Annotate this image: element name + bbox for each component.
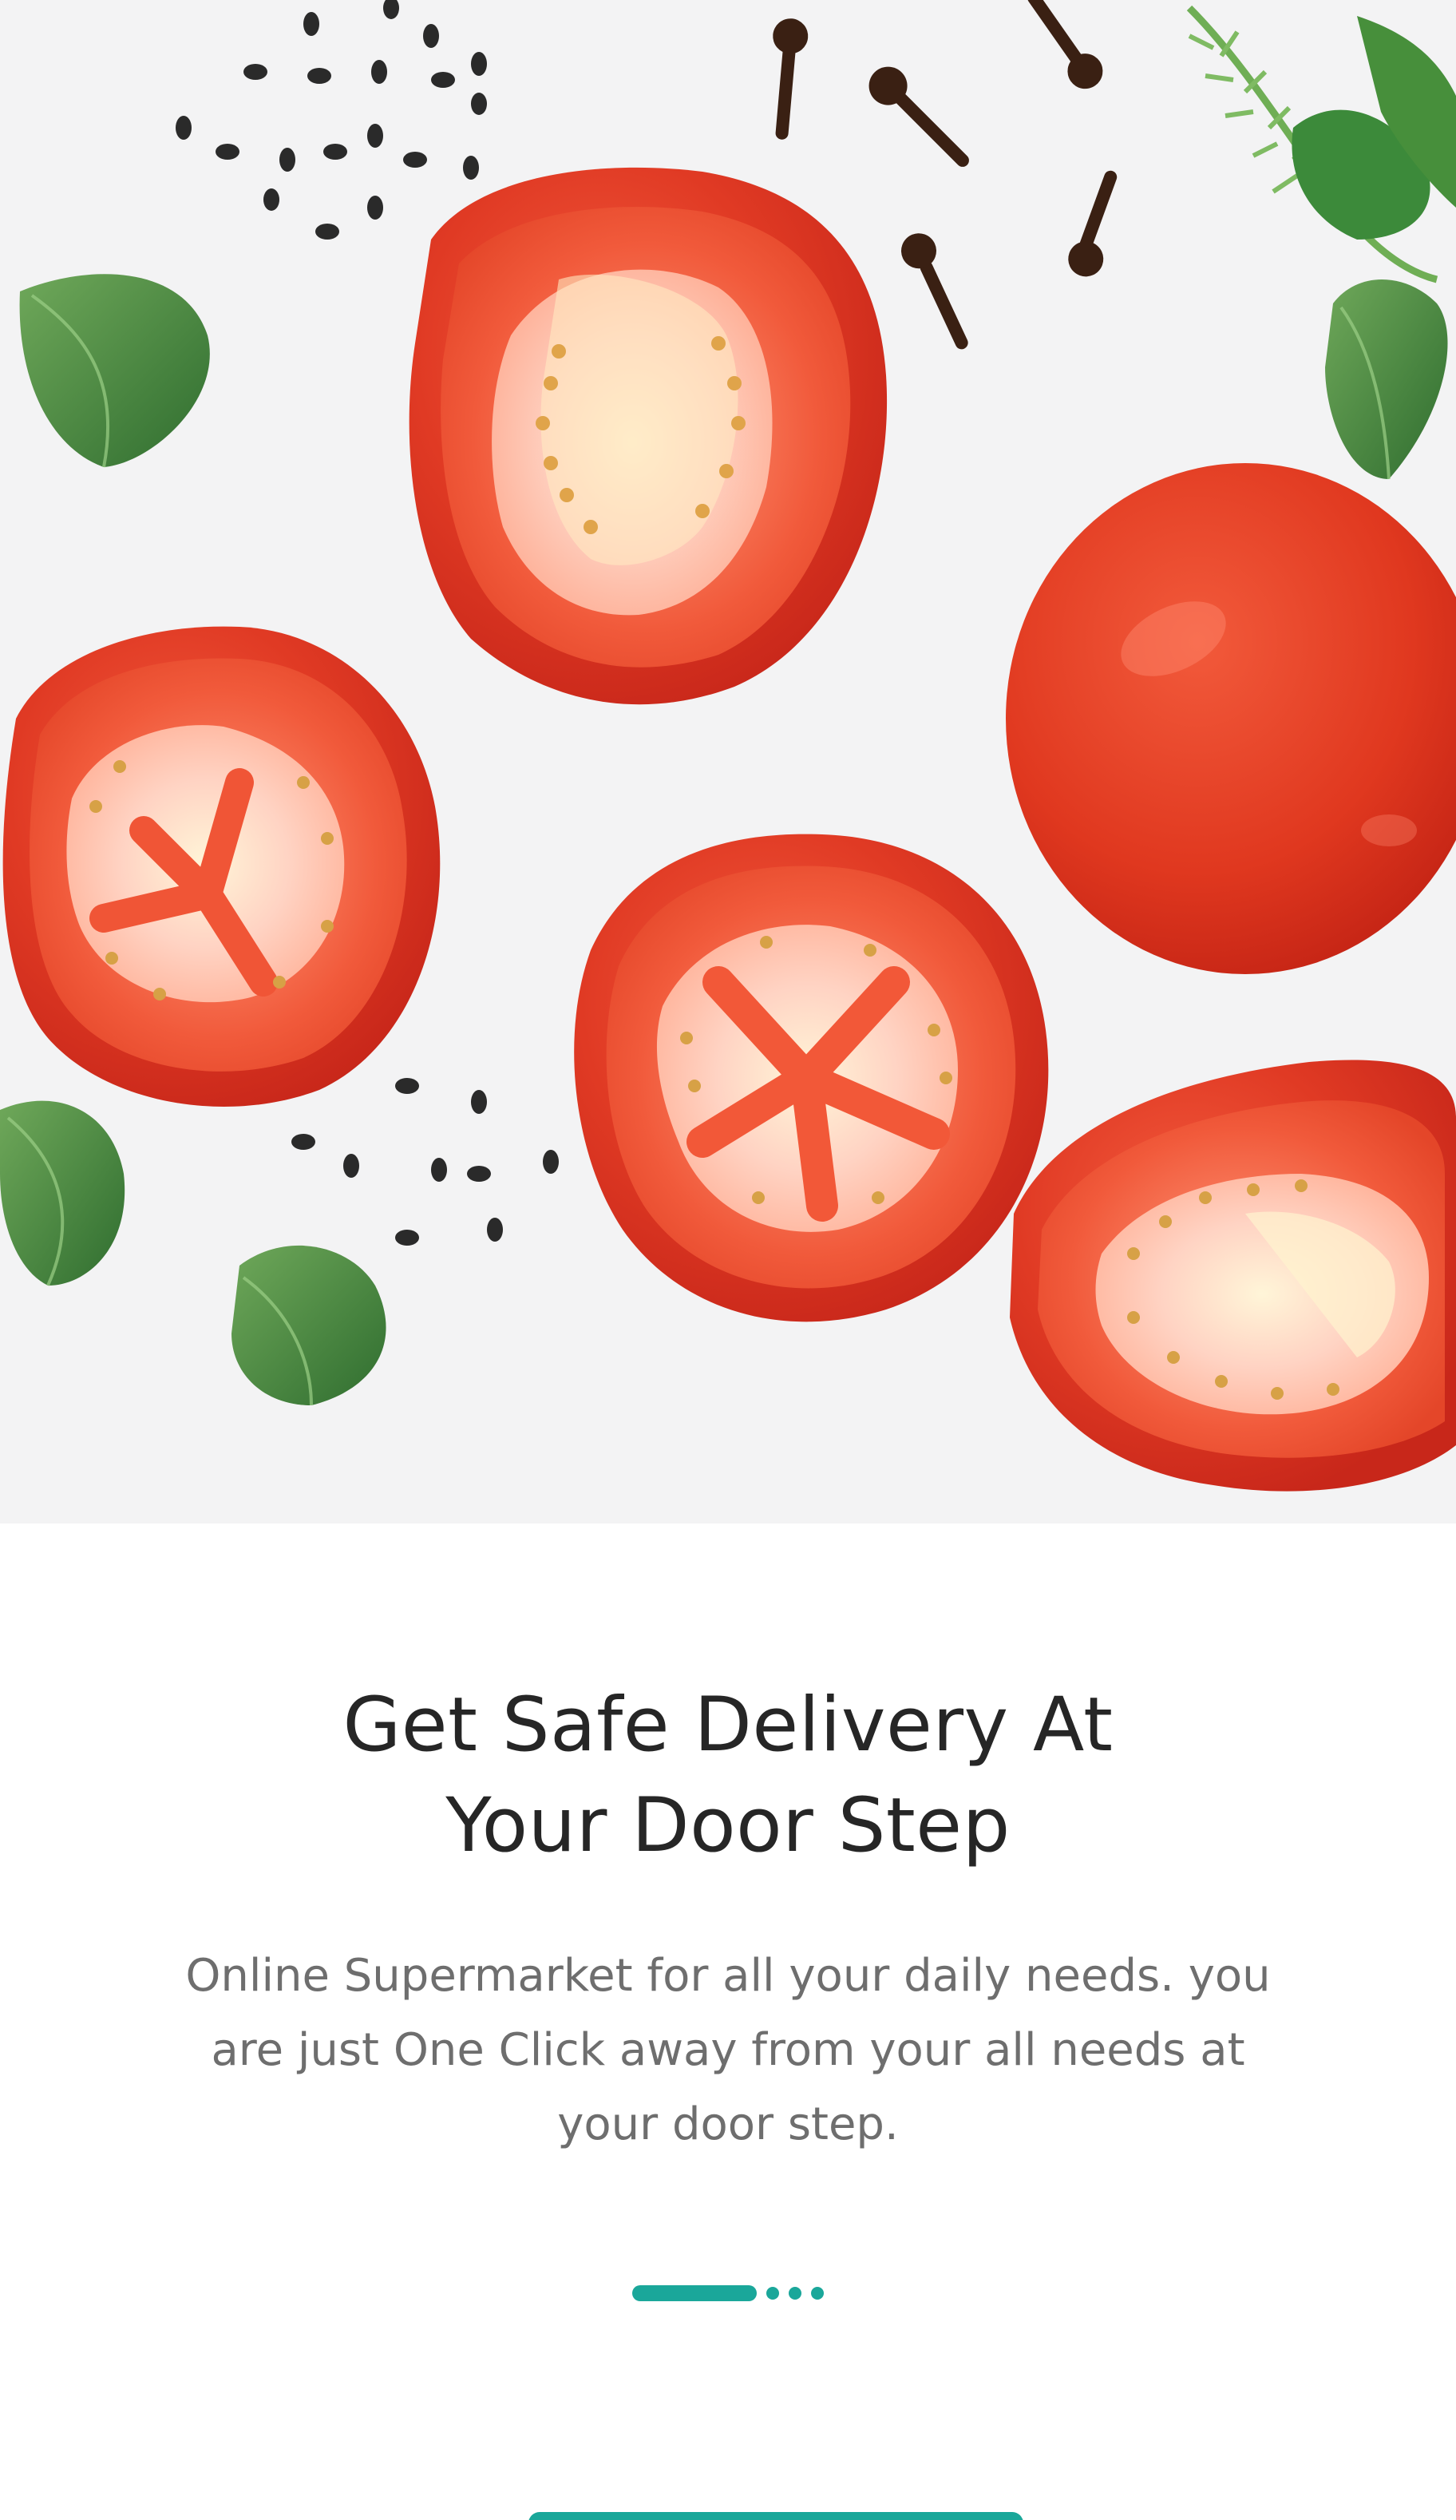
description-line-3: your door step.: [557, 2098, 899, 2150]
headline-line-2: Your Door Step: [445, 1782, 1011, 1869]
page-indicator: [0, 2284, 1456, 2303]
page-indicator-active[interactable]: [632, 2285, 757, 2301]
page-indicator-dot-2[interactable]: [766, 2287, 779, 2300]
page-indicator-dot-4[interactable]: [811, 2287, 824, 2300]
headline-line-1: Get Safe Delivery At: [342, 1682, 1114, 1769]
tomato-half-top: [409, 167, 888, 705]
primary-action-button[interactable]: [528, 2512, 1023, 2520]
onboarding-description: Online Supermarket for all your daily ne…: [129, 1939, 1327, 2161]
tomato-half-center: [574, 834, 1049, 1322]
tomato-half-left: [2, 626, 441, 1107]
hero-image: [0, 0, 1456, 1523]
onboarding-headline: Get Safe Delivery At Your Door Step: [249, 1675, 1207, 1876]
description-line-1: Online Supermarket for all your daily ne…: [185, 1950, 1271, 2002]
page-indicator-dot-3[interactable]: [789, 2287, 801, 2300]
onboarding-screen: Get Safe Delivery At Your Door Step Onli…: [0, 0, 1456, 2520]
onboarding-content: Get Safe Delivery At Your Door Step Onli…: [0, 1675, 1456, 2161]
description-line-2: are just One Click away from your all ne…: [211, 2024, 1245, 2076]
